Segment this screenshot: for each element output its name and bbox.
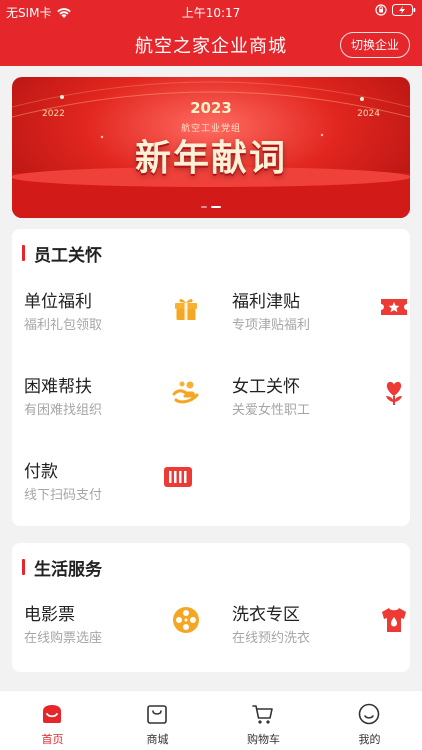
home-icon (43, 705, 61, 723)
service-name: 单位福利 (24, 292, 92, 312)
shopping-bag-icon (147, 705, 167, 724)
smiley-icon (358, 703, 380, 725)
section-title: 生活服务 (34, 560, 102, 580)
service-name: 困难帮扶 (24, 377, 92, 397)
service-female-care[interactable]: 女工关怀 关爱女性职工 (232, 372, 422, 442)
service-name: 洗衣专区 (232, 605, 300, 625)
service-desc: 在线预约洗衣 (232, 631, 311, 646)
service-name: 付款 (24, 462, 58, 482)
section-accent-bar (22, 245, 25, 261)
barcode-icon (164, 467, 192, 487)
tab-home[interactable]: 首页 (0, 691, 105, 750)
section-accent-bar (22, 559, 25, 575)
service-desc: 专项津贴福利 (232, 318, 311, 333)
tab-label: 首页 (41, 733, 64, 746)
service-hardship-support[interactable]: 困难帮扶 有困难找组织 (24, 372, 214, 442)
service-name: 女工关怀 (232, 377, 300, 397)
header: 无SIM卡 上午10:17 航空之家企业商城 切换企业 (0, 0, 422, 66)
nav-bar: 航空之家企业商城 切换企业 (0, 22, 422, 66)
section-life-services: 生活服务 电影票 在线购票选座 洗衣专区 在线预约洗衣 (12, 543, 410, 672)
banner-year: 2023 (190, 99, 232, 117)
battery-icon (392, 4, 416, 16)
service-desc: 线下扫码支付 (24, 488, 103, 503)
service-payment[interactable]: 付款 线下扫码支付 (24, 457, 214, 527)
status-time: 上午10:17 (181, 6, 241, 20)
tshirt-icon (382, 608, 406, 632)
tab-label: 购物车 (247, 733, 280, 746)
tab-bar: 首页 商城 购物车 我的 (0, 690, 422, 750)
tab-cart[interactable]: 购物车 (211, 691, 316, 750)
ticket-icon (381, 299, 407, 315)
tab-mall[interactable]: 商城 (105, 691, 210, 750)
service-welfare-allowance[interactable]: 福利津贴 专项津贴福利 (232, 287, 422, 357)
service-desc: 福利礼包领取 (24, 318, 103, 333)
status-bar: 无SIM卡 上午10:17 (0, 0, 422, 22)
section-title: 员工关怀 (34, 246, 102, 266)
tab-mine[interactable]: 我的 (317, 691, 422, 750)
status-right (375, 4, 416, 16)
helping-hand-icon (172, 381, 199, 404)
service-unit-welfare[interactable]: 单位福利 福利礼包领取 (24, 287, 214, 357)
film-reel-icon (173, 607, 199, 633)
cart-icon (252, 705, 273, 724)
service-name: 福利津贴 (232, 292, 300, 312)
banner-title: 新年献词 (134, 138, 287, 179)
section-employee-care: 员工关怀 单位福利 福利礼包领取 福利津贴 专项津贴福利 困难帮扶 有困难找组织… (12, 229, 410, 526)
carousel-indicator (12, 206, 410, 208)
banner-right-year: 2024 (357, 109, 380, 119)
switch-enterprise-button[interactable]: 切换企业 (339, 32, 410, 58)
gift-icon (175, 299, 197, 320)
heart-flower-icon (386, 381, 402, 405)
service-desc: 有困难找组织 (24, 403, 103, 418)
carousel-dot (201, 206, 207, 208)
tab-label: 商城 (146, 733, 169, 746)
service-movie-tickets[interactable]: 电影票 在线购票选座 (24, 600, 214, 670)
tab-label: 我的 (358, 733, 381, 746)
carousel-dot-active (211, 206, 221, 208)
orientation-lock-icon (375, 4, 387, 16)
service-name: 电影票 (24, 605, 75, 625)
service-desc: 关爱女性职工 (232, 403, 311, 418)
service-laundry[interactable]: 洗衣专区 在线预约洗衣 (232, 600, 422, 670)
service-desc: 在线购票选座 (24, 631, 103, 646)
banner-carousel[interactable]: 2022 2023 2024 航空工业党组 新年献词 (12, 77, 410, 218)
